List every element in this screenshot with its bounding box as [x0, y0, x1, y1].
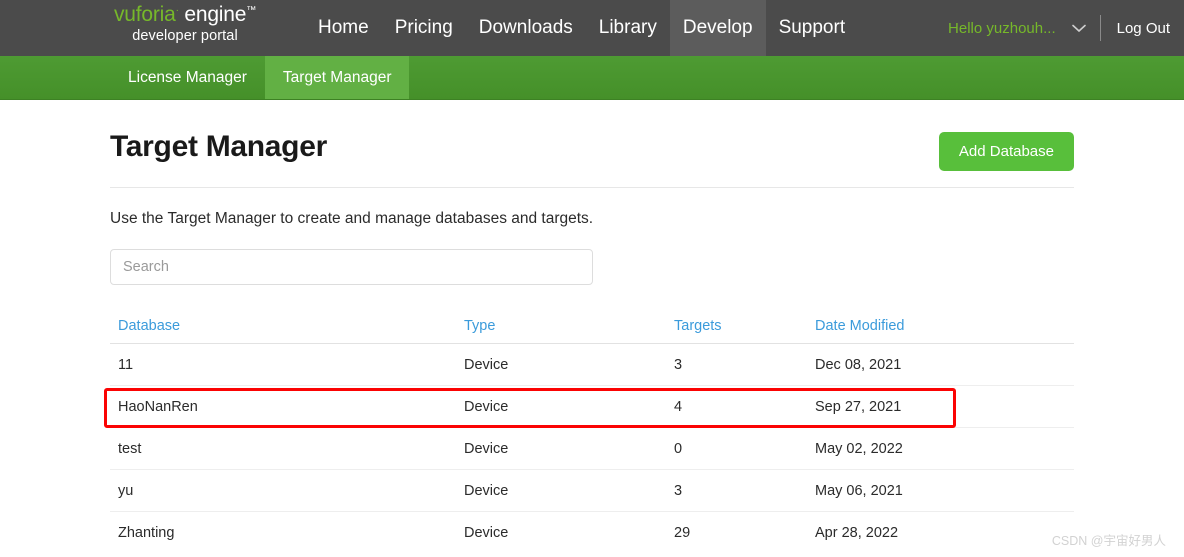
search-input[interactable]: [110, 249, 593, 285]
cell-database[interactable]: yu: [110, 469, 464, 512]
table-body: 11 Device 3 Dec 08, 2021 HaoNanRen Devic…: [110, 343, 1074, 554]
logo-brand-text: vuforia: [113, 3, 176, 26]
chevron-down-icon[interactable]: [1071, 24, 1086, 33]
cell-type: Device: [464, 427, 674, 470]
nav-item-home[interactable]: Home: [305, 0, 382, 56]
table-row[interactable]: yu Device 3 May 06, 2021: [110, 469, 1074, 512]
cell-database[interactable]: test: [110, 427, 464, 470]
logo-product-text: engine: [184, 3, 247, 26]
subnav-item-target-manager[interactable]: Target Manager: [264, 56, 410, 99]
user-greeting[interactable]: Hello yuzhouh...: [948, 20, 1056, 37]
page-description: Use the Target Manager to create and man…: [110, 210, 594, 227]
table-row[interactable]: Zhanting Device 29 Apr 28, 2022: [110, 512, 1074, 554]
databases-table: Database Type Targets Date Modified 11 D…: [110, 318, 1074, 553]
top-header: vuforia· engine™ developer portal Home P…: [0, 0, 1184, 56]
table-row[interactable]: 11 Device 3 Dec 08, 2021: [110, 343, 1074, 386]
column-header-targets[interactable]: Targets: [674, 318, 815, 344]
header-divider: [1099, 15, 1101, 41]
cell-date-modified: Sep 27, 2021: [815, 385, 1074, 428]
cell-type: Device: [464, 525, 509, 541]
nav-item-downloads[interactable]: Downloads: [466, 0, 586, 56]
table-header-row: Database Type Targets Date Modified: [110, 318, 1074, 344]
logout-link[interactable]: Log Out: [1117, 20, 1170, 37]
cell-type: Device: [464, 469, 674, 512]
header-user-area: Hello yuzhouh... Log Out: [948, 0, 1184, 56]
logo-primary: vuforia· engine™: [110, 4, 260, 25]
site-logo[interactable]: vuforia· engine™ developer portal: [110, 4, 260, 44]
table-row[interactable]: HaoNanRen Device 4 Sep 27, 2021: [110, 385, 1074, 428]
nav-item-develop[interactable]: Develop: [669, 0, 766, 56]
cell-targets: 0: [674, 427, 815, 470]
cell-date-modified: Dec 08, 2021: [815, 343, 1074, 386]
table-row[interactable]: test Device 0 May 02, 2022: [110, 427, 1074, 470]
watermark-text: CSDN @宇宙好男人: [1051, 534, 1166, 548]
cell-targets: 29: [674, 525, 691, 541]
cell-targets: 3: [674, 343, 815, 386]
cell-type: Device: [464, 385, 674, 428]
cell-date-modified: Apr 28, 2022: [815, 525, 899, 541]
add-database-button[interactable]: Add Database: [938, 132, 1074, 171]
sub-navigation: License Manager Target Manager: [0, 56, 1184, 100]
column-header-database[interactable]: Database: [110, 318, 464, 344]
table-header: Database Type Targets Date Modified: [110, 318, 1074, 344]
cell-type: Device: [464, 343, 674, 386]
cell-date-modified: May 02, 2022: [815, 427, 1074, 470]
cell-database[interactable]: 11: [110, 343, 464, 386]
nav-item-support[interactable]: Support: [766, 0, 859, 56]
cell-database[interactable]: Zhanting: [110, 512, 464, 554]
nav-item-library[interactable]: Library: [586, 0, 670, 56]
main-navigation: Home Pricing Downloads Library Develop S…: [305, 0, 858, 56]
cell-targets: 4: [674, 385, 815, 428]
cell-date-modified: May 06, 2021: [815, 469, 1074, 512]
cell-database[interactable]: HaoNanRen: [110, 385, 464, 428]
nav-item-pricing[interactable]: Pricing: [382, 0, 466, 56]
main-content: Target Manager Add Database Use the Targ…: [0, 100, 1184, 553]
column-header-type[interactable]: Type: [464, 318, 674, 344]
subnav-item-license-manager[interactable]: License Manager: [110, 56, 265, 99]
page-title: Target Manager: [110, 130, 327, 163]
logo-trademark-mark: ™: [246, 5, 257, 16]
column-header-date-modified[interactable]: Date Modified: [815, 318, 1074, 344]
logo-registered-mark: ·: [175, 5, 179, 16]
page-header: Target Manager Add Database: [110, 100, 1074, 188]
cell-targets: 3: [674, 469, 815, 512]
logo-tagline: developer portal: [132, 28, 238, 44]
